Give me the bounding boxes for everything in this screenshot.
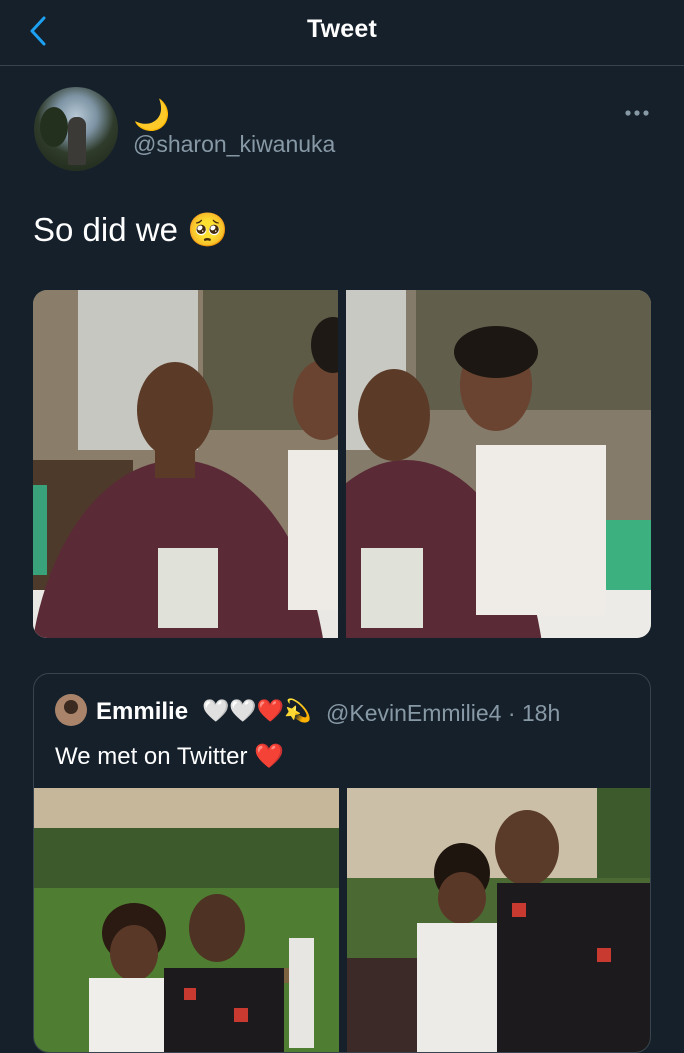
quoted-author-avatar[interactable] xyxy=(55,694,87,726)
author-display-name[interactable]: 🌙 xyxy=(133,98,170,133)
quoted-author-emojis: 🤍🤍❤️💫 xyxy=(202,698,312,723)
more-options-button[interactable] xyxy=(624,104,650,122)
quoted-author-handle[interactable]: @KevinEmmilie4 · 18h xyxy=(326,700,560,727)
author-avatar[interactable] xyxy=(34,87,118,171)
tweet-media xyxy=(33,290,651,638)
quoted-author-name[interactable]: Emmilie xyxy=(96,698,188,726)
tweet-photo[interactable] xyxy=(33,290,338,638)
page-title: Tweet xyxy=(307,15,377,43)
quoted-tweet-text: We met on Twitter ❤️ xyxy=(55,743,285,770)
tweet-text: So did we 🥺 xyxy=(33,211,229,248)
quoted-media xyxy=(34,788,650,1052)
ellipsis-icon xyxy=(625,110,649,116)
top-bar: Tweet xyxy=(0,0,684,66)
author-handle[interactable]: @sharon_kiwanuka xyxy=(133,131,335,158)
quoted-photo[interactable] xyxy=(347,788,650,1052)
tweet-photo[interactable] xyxy=(346,290,651,638)
quoted-tweet[interactable]: Emmilie 🤍🤍❤️💫 @KevinEmmilie4 · 18h We me… xyxy=(33,673,651,1053)
quoted-photo[interactable] xyxy=(34,788,339,1052)
